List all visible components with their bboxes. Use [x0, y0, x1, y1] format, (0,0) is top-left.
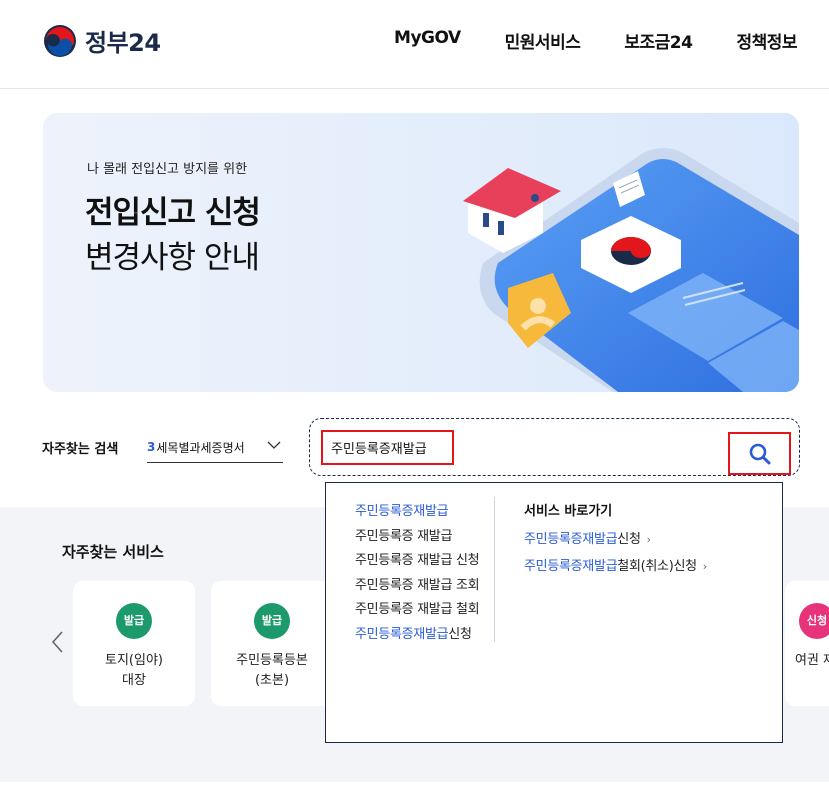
suggestion-item[interactable]: 주민등록증 재발급 조회: [355, 574, 480, 599]
suggestion-item[interactable]: 주민등록증재발급: [355, 500, 479, 525]
search-button[interactable]: [728, 432, 791, 475]
apply-badge: 신청: [799, 603, 829, 639]
site-logo[interactable]: 정부24: [43, 23, 161, 58]
chevron-right-icon: ›: [646, 533, 651, 546]
nav-policy-info[interactable]: 정책정보: [736, 28, 797, 53]
suggestion-list: 주민등록증재발급 주민등록증 재발급 주민등록증 재발급 신청 주민등록증 재발…: [355, 500, 480, 648]
service-card-land-register[interactable]: 발급 토지(임야) 대장: [73, 581, 195, 706]
service-card-passport[interactable]: 신청 여권 재: [785, 581, 829, 706]
service-card-label: 주민등록등본 (초본): [236, 653, 308, 688]
taegeuk-logo-icon: [44, 24, 76, 57]
phone-illustration-icon: [463, 148, 799, 392]
frequent-search-select[interactable]: 3 세목별과세증명서: [147, 432, 283, 463]
chevron-left-icon[interactable]: [50, 630, 66, 654]
dropdown-divider: [494, 497, 495, 642]
suggestion-item[interactable]: 주민등록증 재발급 신청: [355, 549, 480, 574]
promo-banner[interactable]: 나 몰래 전입신고 방지를 위한 전입신고 신청 변경사항 안내: [43, 113, 799, 392]
nav-civil-services[interactable]: 민원서비스: [505, 28, 581, 53]
service-card-label: 토지(임야) 대장: [105, 653, 163, 688]
issue-badge: 발급: [254, 603, 290, 639]
service-shortcut-title: 서비스 바로가기: [524, 504, 613, 519]
search-autocomplete-dropdown: 주민등록증재발급 주민등록증 재발급 주민등록증 재발급 신청 주민등록증 재발…: [325, 482, 783, 743]
main-nav: MyGOV 민원서비스 보조금24 정책정보: [394, 28, 797, 53]
banner-title: 전입신고 신청 변경사항 안내: [85, 191, 261, 281]
suggestion-item[interactable]: 주민등록증재발급신청: [355, 623, 479, 648]
service-shortcut-link[interactable]: 주민등록증재발급철회(취소)신청 ›: [524, 553, 707, 580]
banner-subtitle: 나 몰래 전입신고 방지를 위한: [87, 162, 248, 177]
search-input[interactable]: [321, 430, 454, 465]
site-header: 정부24 MyGOV 민원서비스 보조금24 정책정보: [0, 0, 829, 89]
suggestion-item[interactable]: 주민등록증 재발급: [355, 525, 479, 550]
frequent-services-title: 자주찾는 서비스: [62, 543, 164, 561]
service-card-resident-register[interactable]: 발급 주민등록등본 (초본): [211, 581, 333, 706]
chevron-down-icon: [267, 441, 281, 449]
issue-badge: 발급: [116, 603, 152, 639]
nav-mygov[interactable]: MyGOV: [394, 28, 461, 53]
banner-title-line2: 변경사항 안내: [85, 240, 260, 276]
logo-text: 정부24: [85, 29, 161, 57]
frequent-search-rank: 3: [147, 440, 156, 454]
nav-subsidy24[interactable]: 보조금24: [624, 28, 693, 53]
search-box: [309, 418, 800, 476]
service-shortcut-link[interactable]: 주민등록증재발급신청 ›: [524, 526, 707, 553]
search-icon: [749, 443, 770, 464]
frequent-search-term: 세목별과세증명서: [156, 440, 245, 455]
suggestion-item[interactable]: 주민등록증 재발급 철회: [355, 598, 480, 623]
service-card-label: 여권 재: [795, 653, 829, 668]
banner-title-line1: 전입신고 신청: [85, 195, 261, 231]
frequent-search-label: 자주찾는 검색: [42, 442, 119, 457]
service-shortcut-list: 주민등록증재발급신청 › 주민등록증재발급철회(취소)신청 ›: [524, 526, 707, 580]
chevron-right-icon: ›: [702, 560, 707, 573]
